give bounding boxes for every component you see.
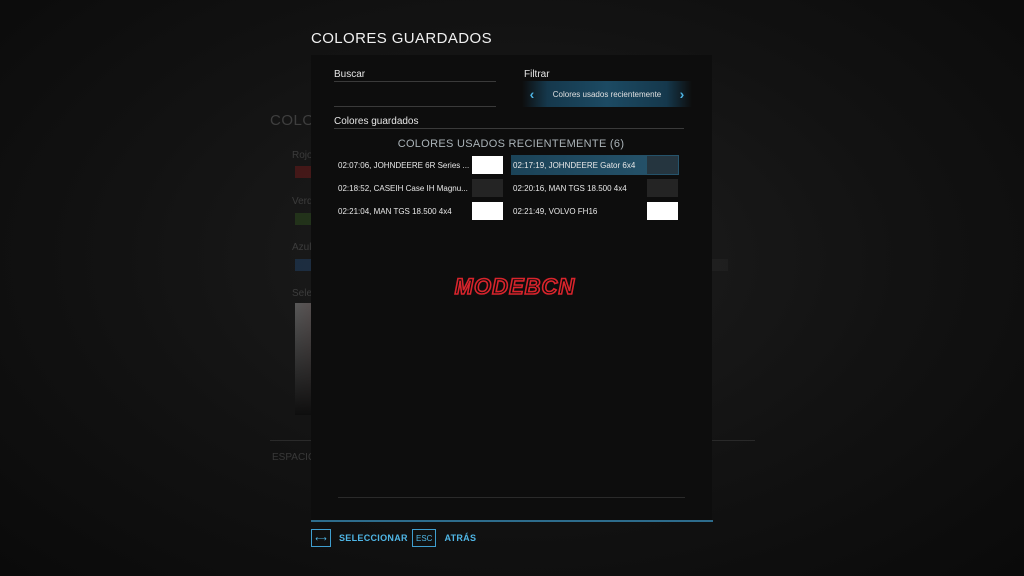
search-bottom-line: [334, 106, 496, 107]
color-swatch: [472, 179, 503, 197]
dialog-title: COLORES GUARDADOS: [311, 30, 492, 47]
color-item-name: 02:07:06, JOHNDEERE 6R Series ...: [338, 160, 470, 170]
color-list-item[interactable]: 02:20:16, MAN TGS 18.500 4x4: [511, 178, 679, 198]
search-top-line: [334, 81, 496, 82]
background-blue-label: Azul: [292, 242, 312, 253]
filter-value: Colores usados recientemente: [552, 89, 662, 99]
color-item-name: 02:18:52, CASEIH Case IH Magnu...: [338, 183, 468, 193]
list-bottom-line: [338, 497, 685, 498]
filter-label: Filtrar: [524, 69, 550, 80]
color-list-item[interactable]: 02:21:49, VOLVO FH16: [511, 201, 679, 221]
color-list-item[interactable]: 02:17:19, JOHNDEERE Gator 6x4: [511, 155, 679, 175]
color-list-item[interactable]: 02:18:52, CASEIH Case IH Magnu...: [336, 178, 504, 198]
saved-colors-label: Colores guardados: [334, 116, 419, 127]
search-label: Buscar: [334, 69, 366, 80]
color-list-item[interactable]: 02:07:06, JOHNDEERE 6R Series ...: [336, 155, 504, 175]
filter-select[interactable]: ‹ Colores usados recientemente ›: [522, 81, 692, 107]
svg-text:MODEBCN: MODEBCN: [455, 274, 576, 299]
color-item-name: 02:17:19, JOHNDEERE Gator 6x4: [513, 160, 636, 170]
background-red-label: Rojo: [292, 150, 313, 161]
watermark-logo: MODEBCN: [454, 273, 576, 300]
color-swatch: [472, 202, 503, 220]
chevron-right-icon[interactable]: ›: [676, 86, 688, 102]
color-swatch: [472, 156, 503, 174]
color-item-name: 02:21:49, VOLVO FH16: [513, 206, 598, 216]
search-input[interactable]: [334, 83, 496, 105]
back-button-label: ATRÁS: [444, 533, 477, 543]
background-btn-space: ESPACIO: [272, 452, 316, 463]
saved-colors-divider: [334, 128, 684, 129]
esc-key-icon: ESC: [412, 529, 437, 547]
section-heading: COLORES USADOS RECIENTEMENTE (6): [397, 138, 625, 150]
select-button-label: SELECCIONAR: [339, 533, 408, 543]
chevron-left-icon[interactable]: ‹: [526, 86, 538, 102]
color-swatch: [647, 179, 678, 197]
color-item-name: 02:20:16, MAN TGS 18.500 4x4: [513, 183, 627, 193]
back-button[interactable]: ESC ATRÁS: [412, 528, 476, 548]
select-button[interactable]: ⟷ SELECCIONAR: [311, 528, 408, 548]
select-key-icon: ⟷: [311, 529, 331, 547]
panel-bottom-accent: [311, 520, 713, 522]
color-item-name: 02:21:04, MAN TGS 18.500 4x4: [338, 206, 452, 216]
color-list-item[interactable]: 02:21:04, MAN TGS 18.500 4x4: [336, 201, 504, 221]
color-swatch: [647, 202, 678, 220]
color-swatch: [647, 156, 678, 174]
